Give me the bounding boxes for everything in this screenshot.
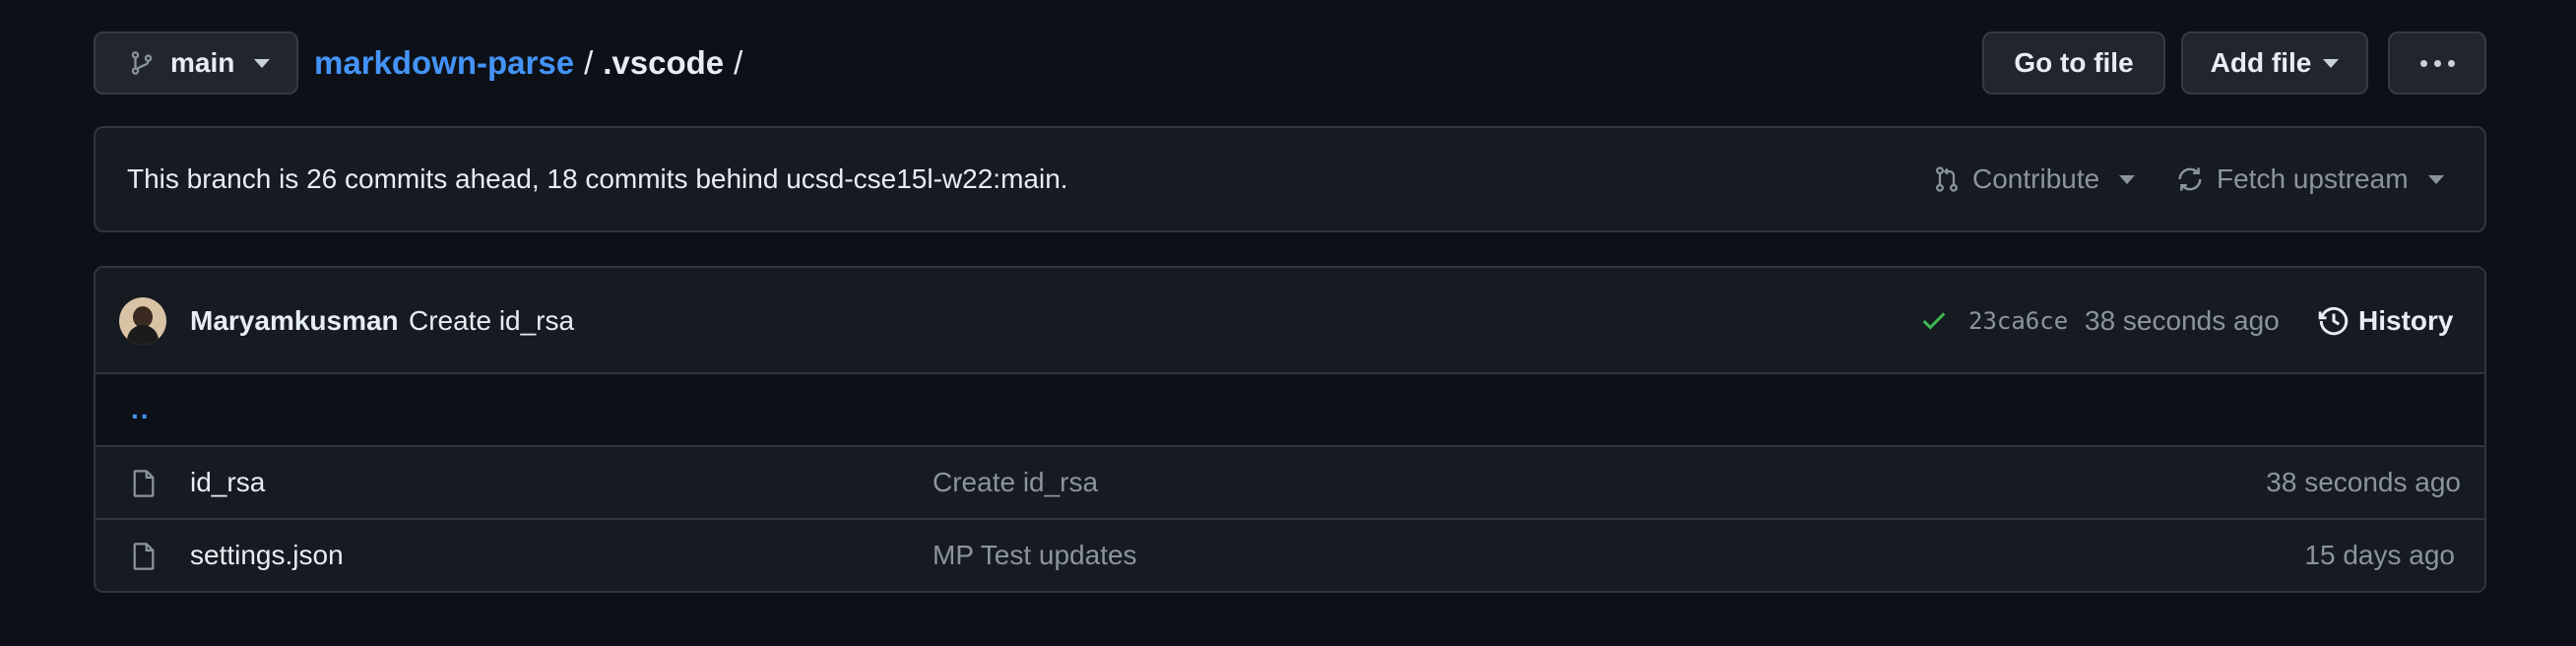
file-icon bbox=[133, 543, 155, 570]
chevron-down-icon bbox=[2323, 58, 2340, 68]
fetch-upstream-label: Fetch upstream bbox=[2217, 163, 2409, 194]
history-icon bbox=[2318, 306, 2349, 336]
chevron-down-icon bbox=[254, 58, 271, 68]
git-branch-icon bbox=[131, 51, 153, 75]
avatar[interactable] bbox=[119, 297, 166, 345]
go-to-file-button[interactable]: Go to file bbox=[1982, 32, 2165, 95]
file-table: Maryamkusman Create id_rsa 23ca6ce 38 se… bbox=[94, 266, 2486, 593]
contribute-button[interactable]: Contribute bbox=[1933, 128, 2136, 230]
commit-message-link[interactable]: Create id_rsa bbox=[409, 268, 574, 374]
history-link[interactable]: History bbox=[2317, 268, 2453, 374]
chevron-down-icon bbox=[2427, 174, 2444, 184]
breadcrumb-separator: / bbox=[584, 44, 594, 81]
parent-directory-row[interactable]: .. bbox=[96, 374, 2484, 447]
file-name-link[interactable]: id_rsa bbox=[190, 447, 265, 518]
more-options-button[interactable] bbox=[2388, 32, 2486, 95]
latest-commit-row: Maryamkusman Create id_rsa 23ca6ce 38 se… bbox=[96, 268, 2484, 374]
breadcrumb-current-dir: .vscode bbox=[603, 44, 725, 81]
breadcrumb: markdown-parse / .vscode / bbox=[314, 32, 752, 95]
kebab-horizontal-icon bbox=[2419, 59, 2455, 67]
file-commit-message-link[interactable]: MP Test updates bbox=[933, 520, 1137, 591]
repo-directory-view: main markdown-parse / .vscode / Go to fi… bbox=[94, 32, 2486, 593]
breadcrumb-repo-link[interactable]: markdown-parse bbox=[314, 44, 574, 82]
git-pull-request-icon bbox=[1936, 166, 1958, 192]
sync-icon bbox=[2178, 167, 2202, 191]
commit-author-link[interactable]: Maryamkusman bbox=[190, 268, 399, 374]
branch-name: main bbox=[170, 47, 235, 78]
table-row[interactable]: settings.json MP Test updates 15 days ag… bbox=[96, 520, 2484, 591]
branch-select-button[interactable]: main bbox=[94, 32, 298, 95]
contribute-label: Contribute bbox=[1972, 163, 2100, 194]
fetch-upstream-button[interactable]: Fetch upstream bbox=[2175, 128, 2444, 230]
file-name-link[interactable]: settings.json bbox=[190, 520, 344, 591]
file-commit-message-link[interactable]: Create id_rsa bbox=[933, 447, 1098, 518]
go-to-file-label: Go to file bbox=[2014, 47, 2134, 78]
commit-sha-link[interactable]: 23ca6ce bbox=[1968, 268, 2068, 374]
breadcrumb-separator: / bbox=[734, 44, 743, 81]
history-label: History bbox=[2358, 305, 2454, 336]
file-navigation: main markdown-parse / .vscode / Go to fi… bbox=[94, 32, 2486, 95]
add-file-button[interactable]: Add file bbox=[2181, 32, 2368, 95]
branch-status-box: This branch is 26 commits ahead, 18 comm… bbox=[94, 126, 2486, 232]
file-age: 15 days ago bbox=[2304, 540, 2455, 570]
chevron-down-icon bbox=[2119, 174, 2136, 184]
file-icon bbox=[133, 470, 155, 497]
parent-directory-link[interactable]: .. bbox=[131, 374, 151, 445]
branch-status-message: This branch is 26 commits ahead, 18 comm… bbox=[127, 163, 1068, 194]
table-row[interactable]: id_rsa Create id_rsa 38 seconds ago bbox=[96, 447, 2484, 520]
check-icon[interactable] bbox=[1919, 305, 1949, 335]
file-age: 38 seconds ago bbox=[2266, 467, 2461, 497]
commit-time: 38 seconds ago bbox=[2085, 305, 2280, 336]
add-file-label: Add file bbox=[2210, 47, 2312, 78]
